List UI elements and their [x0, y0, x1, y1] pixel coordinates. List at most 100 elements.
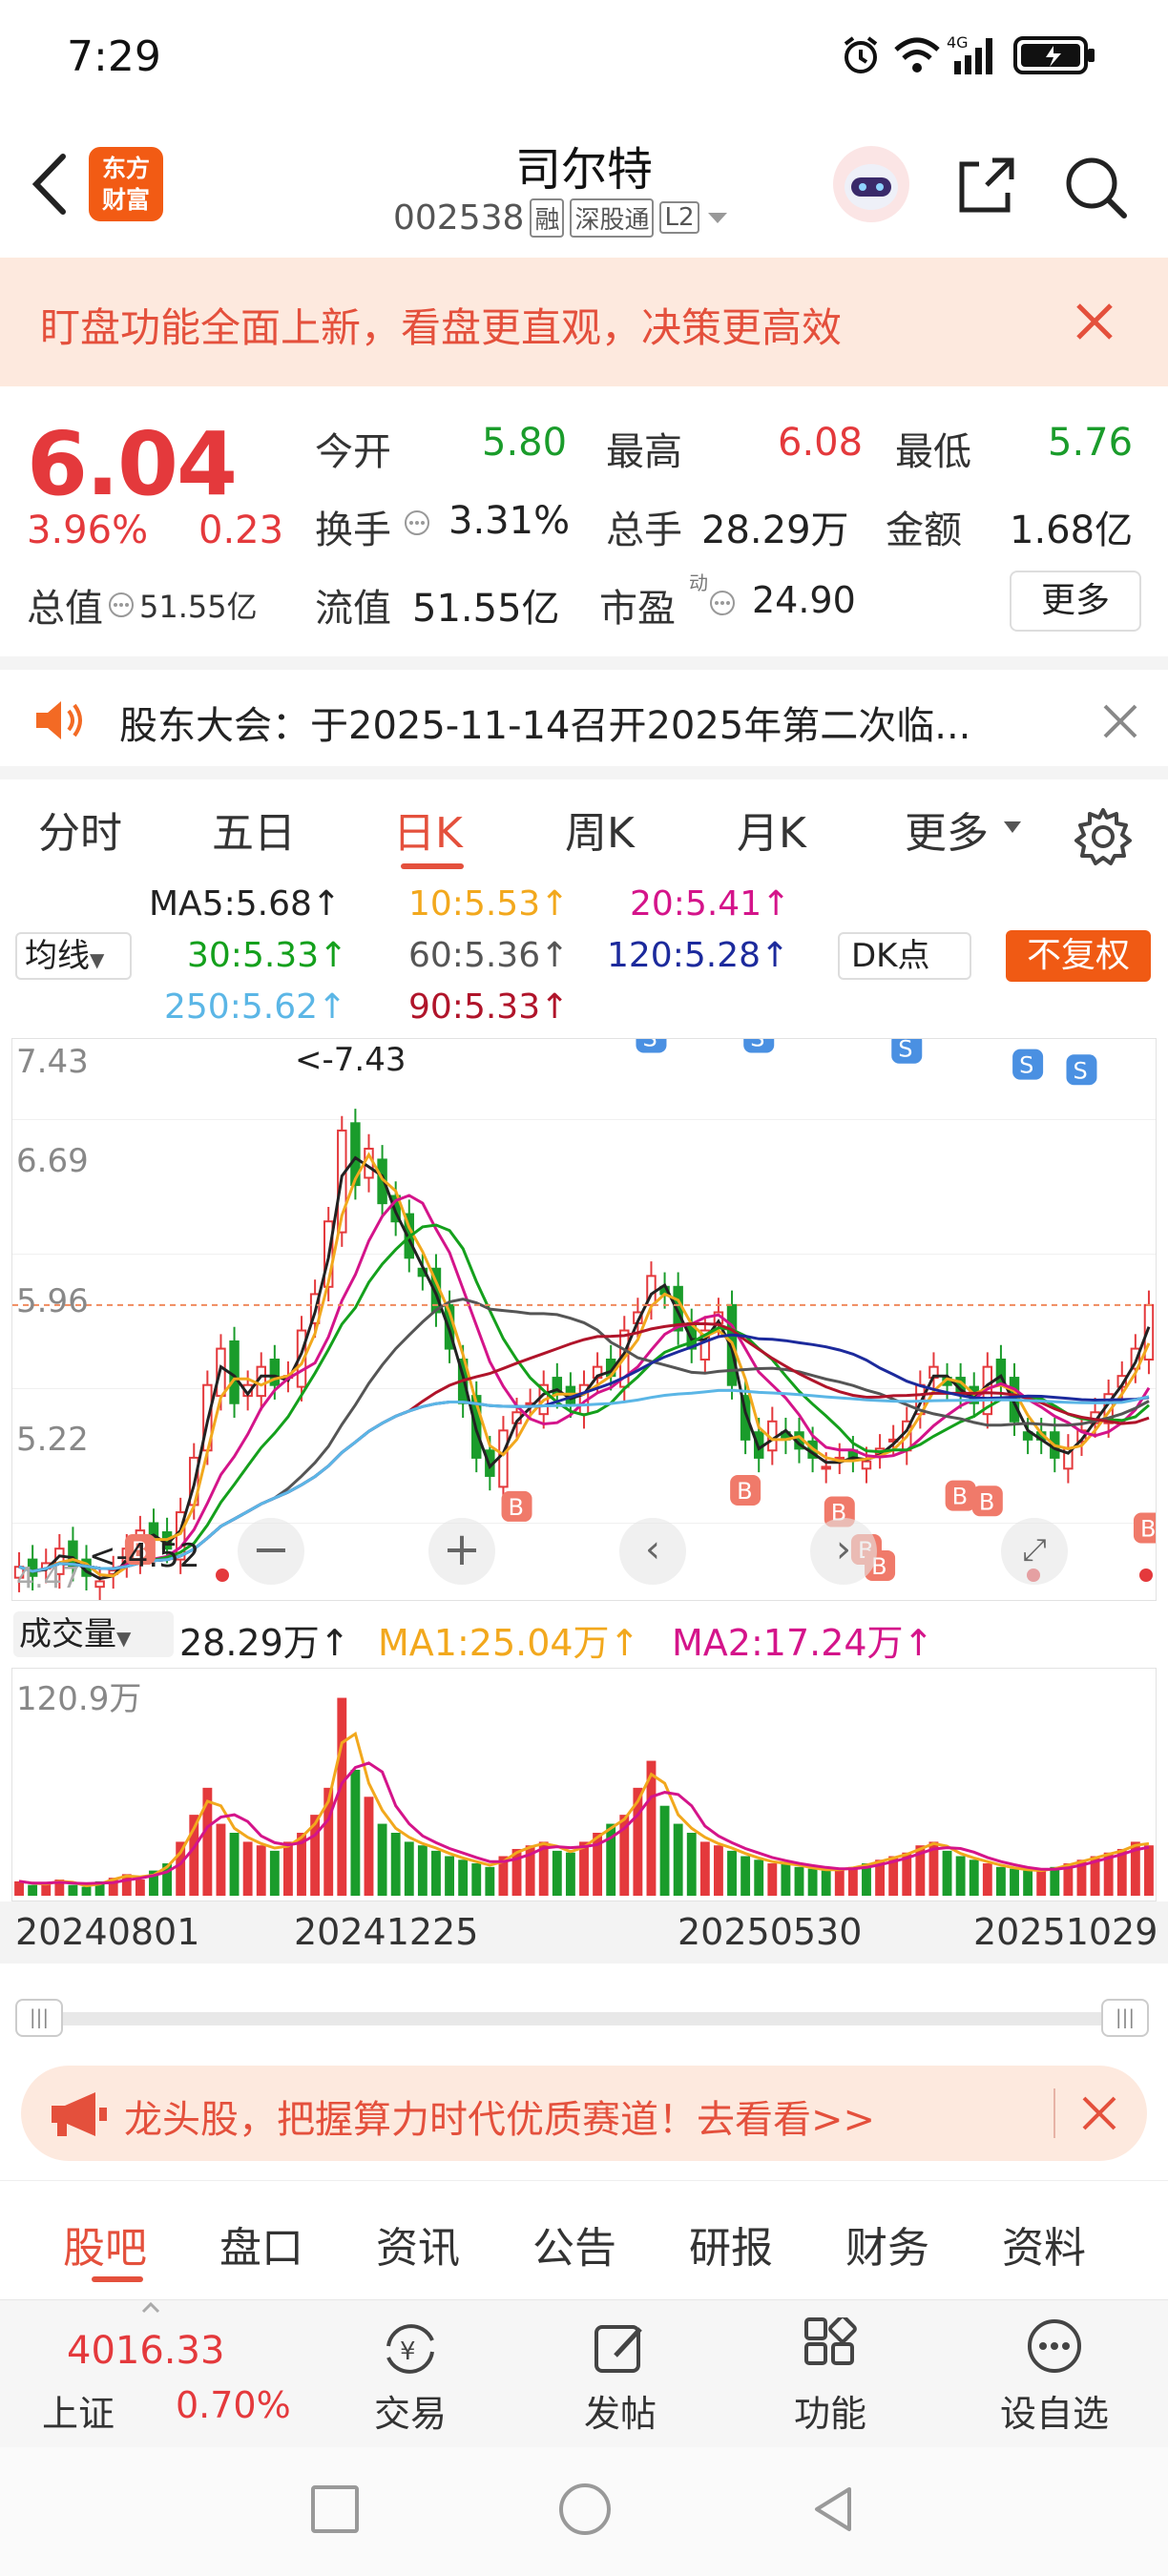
announcement-bar[interactable]: 股东大会：于2025-11-14召开2025年第二次临...	[0, 656, 1168, 766]
buy-marker: B	[945, 1480, 976, 1511]
turnover-label: 换手	[315, 509, 391, 552]
svg-text:S: S	[642, 1039, 657, 1051]
tab-intraday[interactable]: 分时	[38, 799, 122, 860]
zoom-in-button[interactable]: +	[428, 1518, 495, 1585]
divider	[1053, 2088, 1055, 2138]
svg-text:S: S	[898, 1039, 912, 1063]
index-quote[interactable]: 4016.33 上证 0.70%	[27, 2317, 313, 2435]
signal-icon: 4G	[947, 32, 1004, 76]
info-icon[interactable]	[708, 589, 737, 617]
expand-up-icon[interactable]	[139, 2300, 162, 2314]
pan-right-button[interactable]: ›	[810, 1518, 877, 1585]
ma120-label: 120:5.28↑	[607, 936, 790, 975]
range-track	[21, 2012, 1147, 2025]
pan-left-button[interactable]: ‹	[619, 1518, 686, 1585]
volume-bar	[404, 1841, 414, 1896]
feature-banner[interactable]: 盯盘功能全面上新，看盘更直观，决策更高效	[0, 258, 1168, 386]
info-icon[interactable]	[403, 509, 431, 537]
tab-monthly-k[interactable]: 月K	[737, 799, 806, 860]
volume-bar	[81, 1886, 92, 1896]
y-tick-3: 5.96	[16, 1282, 89, 1320]
ma250-label: 250:5.62↑	[164, 987, 347, 1027]
nav-post[interactable]: 发帖	[563, 2317, 678, 2435]
tab-announcements[interactable]: 公告	[532, 2213, 616, 2275]
change-amount: 0.23	[198, 509, 284, 552]
tab-orderbook[interactable]: 盘口	[219, 2213, 303, 2275]
search-icon[interactable]	[1061, 153, 1130, 221]
tab-research[interactable]: 研报	[689, 2213, 773, 2275]
promo-banner[interactable]: 龙头股，把握算力时代优质赛道！去看看>>	[21, 2066, 1147, 2161]
tab-five-day[interactable]: 五日	[212, 799, 296, 860]
volume-bar	[350, 1769, 361, 1896]
close-icon[interactable]	[1099, 700, 1141, 742]
buy-marker: B	[730, 1475, 761, 1506]
volume-bar	[1144, 1845, 1154, 1896]
info-icon[interactable]	[107, 591, 136, 619]
candle	[94, 1580, 105, 1589]
stock-code-row[interactable]: 002538 融 深股通 L2	[393, 197, 730, 238]
total-value-label: 总值	[27, 587, 103, 631]
dk-point-selector[interactable]: DK点	[838, 932, 971, 980]
buy-marker: B	[501, 1490, 532, 1522]
date-label-4: 20251029	[973, 1911, 1158, 1953]
active-tab-indicator	[401, 863, 464, 869]
back-nav-icon[interactable]	[807, 2483, 859, 2535]
range-scroller[interactable]: ||| |||	[0, 1989, 1168, 2046]
tab-news[interactable]: 资讯	[376, 2213, 460, 2275]
recent-apps-icon[interactable]	[311, 2485, 359, 2533]
volume-bar	[754, 1859, 764, 1896]
share-icon[interactable]	[952, 153, 1019, 219]
no-adjust-button[interactable]: 不复权	[1006, 930, 1151, 982]
buy-marker: B	[1133, 1512, 1164, 1544]
tab-daily-k[interactable]: 日K	[393, 799, 463, 860]
volume-legend: 成交量▼ 28.29万↑ MA1:25.04万↑ MA2:17.24万↑	[0, 1606, 1168, 1664]
volume-bar	[364, 1797, 374, 1896]
tab-profile[interactable]: 资料	[1002, 2213, 1086, 2275]
ma20-label: 20:5.41↑	[630, 884, 791, 924]
volume-y-max: 120.9万	[16, 1680, 142, 1718]
volume-selector[interactable]: 成交量▼	[13, 1611, 174, 1657]
range-handle-right[interactable]: |||	[1101, 1999, 1149, 2037]
zoom-out-button[interactable]: −	[238, 1518, 304, 1585]
ma5-label: MA5:5.68↑	[149, 884, 342, 924]
nav-functions[interactable]: 功能	[773, 2315, 887, 2435]
quote-panel: 6.04 3.96% 0.23 总值 51.55亿 今开 5.80 最高 6.0…	[0, 386, 1168, 654]
ma10-label: 10:5.53↑	[408, 884, 570, 924]
low-value: 5.76	[1048, 421, 1134, 465]
robot-assistant-icon[interactable]	[830, 143, 912, 225]
range-handle-left[interactable]: |||	[15, 1999, 63, 2037]
volume-bar	[28, 1884, 38, 1896]
back-icon[interactable]	[27, 151, 74, 218]
pe-dynamic-sup: 动	[689, 571, 708, 594]
candle	[821, 1465, 831, 1470]
close-icon[interactable]	[1078, 2092, 1120, 2134]
index-name: 上证	[42, 2393, 115, 2435]
volume-bar	[485, 1866, 495, 1896]
volume-bar	[942, 1850, 952, 1896]
svg-text:S: S	[1019, 1052, 1033, 1079]
ma-selector[interactable]: 均线▼	[15, 932, 132, 980]
home-icon[interactable]	[559, 2483, 611, 2535]
gear-icon[interactable]	[1073, 806, 1134, 867]
volume-bar	[834, 1868, 845, 1896]
date-label-2: 20241225	[294, 1911, 479, 1953]
tab-forum[interactable]: 股吧	[63, 2213, 147, 2275]
nav-add-watchlist[interactable]: 设自选	[983, 2317, 1126, 2435]
volume-bar	[847, 1866, 858, 1896]
tab-finance[interactable]: 财务	[845, 2213, 929, 2275]
volume-bar	[458, 1859, 469, 1896]
kline-chart[interactable]: SSSSSSSSBBBBBBBBB 7.43 6.69 5.96 5.22 4.…	[11, 984, 1164, 1602]
close-icon[interactable]	[1071, 298, 1118, 345]
sell-marker: S	[636, 1022, 667, 1053]
max-price-label: <-7.43	[295, 1041, 407, 1079]
promo-text: 龙头股，把握算力时代优质赛道！去看看>>	[124, 2098, 876, 2142]
tab-weekly-k[interactable]: 周K	[565, 799, 635, 860]
amount-value: 1.68亿	[1010, 509, 1134, 552]
app-logo: 东方 财富	[89, 147, 163, 221]
tab-more[interactable]: 更多	[905, 799, 989, 860]
nav-trade[interactable]: ¥ 交易	[353, 2317, 468, 2435]
more-button[interactable]: 更多	[1010, 571, 1141, 632]
volume-chart[interactable]: 120.9万	[11, 1668, 1157, 1901]
sell-marker: S	[891, 1032, 923, 1064]
fullscreen-button[interactable]: ⤢	[1001, 1518, 1068, 1585]
